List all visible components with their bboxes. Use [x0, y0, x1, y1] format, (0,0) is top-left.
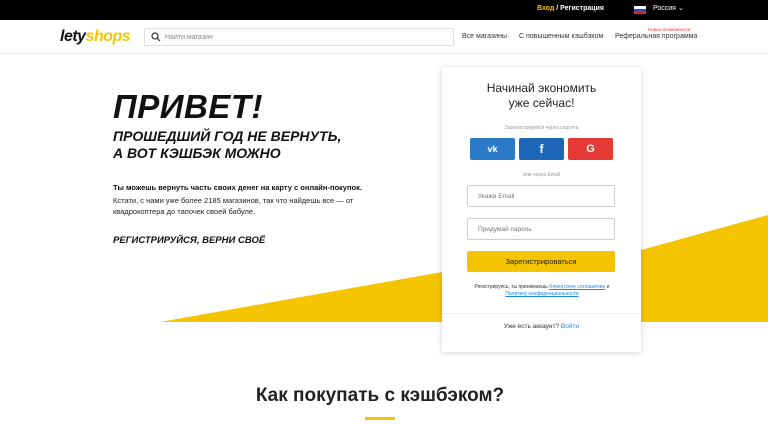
register-button[interactable]: Зарегистрироваться: [467, 251, 615, 272]
google-login-button[interactable]: G: [568, 138, 613, 160]
chevron-down-icon[interactable]: ⌄: [678, 4, 684, 12]
store-search[interactable]: [144, 28, 454, 46]
vk-login-button[interactable]: vk: [470, 138, 515, 160]
top-bar: Вход / Регистрация Россия ⌄: [0, 0, 768, 20]
title-underline: [365, 417, 395, 420]
email-field[interactable]: [467, 185, 615, 207]
hero-subtitle: ПРОШЕДШИЙ ГОД НЕ ВЕРНУТЬ, А ВОТ КЭШБЭК М…: [113, 128, 342, 161]
auth-separator: /: [556, 5, 559, 12]
divider: [442, 313, 641, 314]
signup-title: Начинай экономить уже сейчас!: [486, 81, 597, 110]
search-input[interactable]: [165, 31, 445, 44]
search-icon: [151, 32, 161, 42]
terms-text: Регистрируясь, ты принимаешь Клиентское …: [474, 284, 610, 297]
social-hint: Зарегистрируйся через соцсеть: [504, 125, 579, 131]
russia-flag-icon[interactable]: [634, 6, 646, 14]
privacy-policy-link[interactable]: Политику конфиденциальности: [505, 291, 578, 297]
country-selector[interactable]: Россия: [653, 5, 676, 12]
letyshops-logo[interactable]: letyshops: [60, 28, 131, 46]
new-features-badge: Новые возможности: [648, 27, 691, 32]
facebook-login-button[interactable]: f: [519, 138, 564, 160]
hero-title: ПРИВЕТ!: [113, 88, 263, 125]
nav-referral-program[interactable]: Реферальная программа: [615, 33, 697, 40]
signup-card: Начинай экономить уже сейчас! Зарегистри…: [442, 67, 641, 352]
login-link[interactable]: Вход: [537, 5, 554, 12]
client-agreement-link[interactable]: Клиентское соглашение: [549, 284, 605, 290]
email-hint: или через Email: [523, 172, 560, 178]
password-field[interactable]: [467, 218, 615, 240]
hero-cta: РЕГИСТРИРУЙСЯ, ВЕРНИ СВОЁ: [113, 235, 266, 246]
nav-all-stores[interactable]: Все магазины: [462, 33, 507, 40]
section-title-how-to-shop: Как покупать с кэшбэком?: [255, 385, 505, 406]
already-have-account: Уже есть аккаунт? Войти: [503, 323, 580, 330]
hero-text-bold: Ты можешь вернуть часть своих денег на к…: [113, 183, 362, 192]
main-header: letyshops Все магазины С повышенным кэшб…: [0, 20, 768, 54]
hero-text: Кстати, с нами уже более 2185 магазинов,…: [113, 196, 354, 216]
login-link-card[interactable]: Войти: [561, 323, 579, 330]
register-link[interactable]: Регистрация: [560, 5, 604, 12]
auth-links: Вход / Регистрация: [537, 5, 604, 12]
nav-increased-cashback[interactable]: С повышенным кэшбэком: [519, 33, 603, 40]
